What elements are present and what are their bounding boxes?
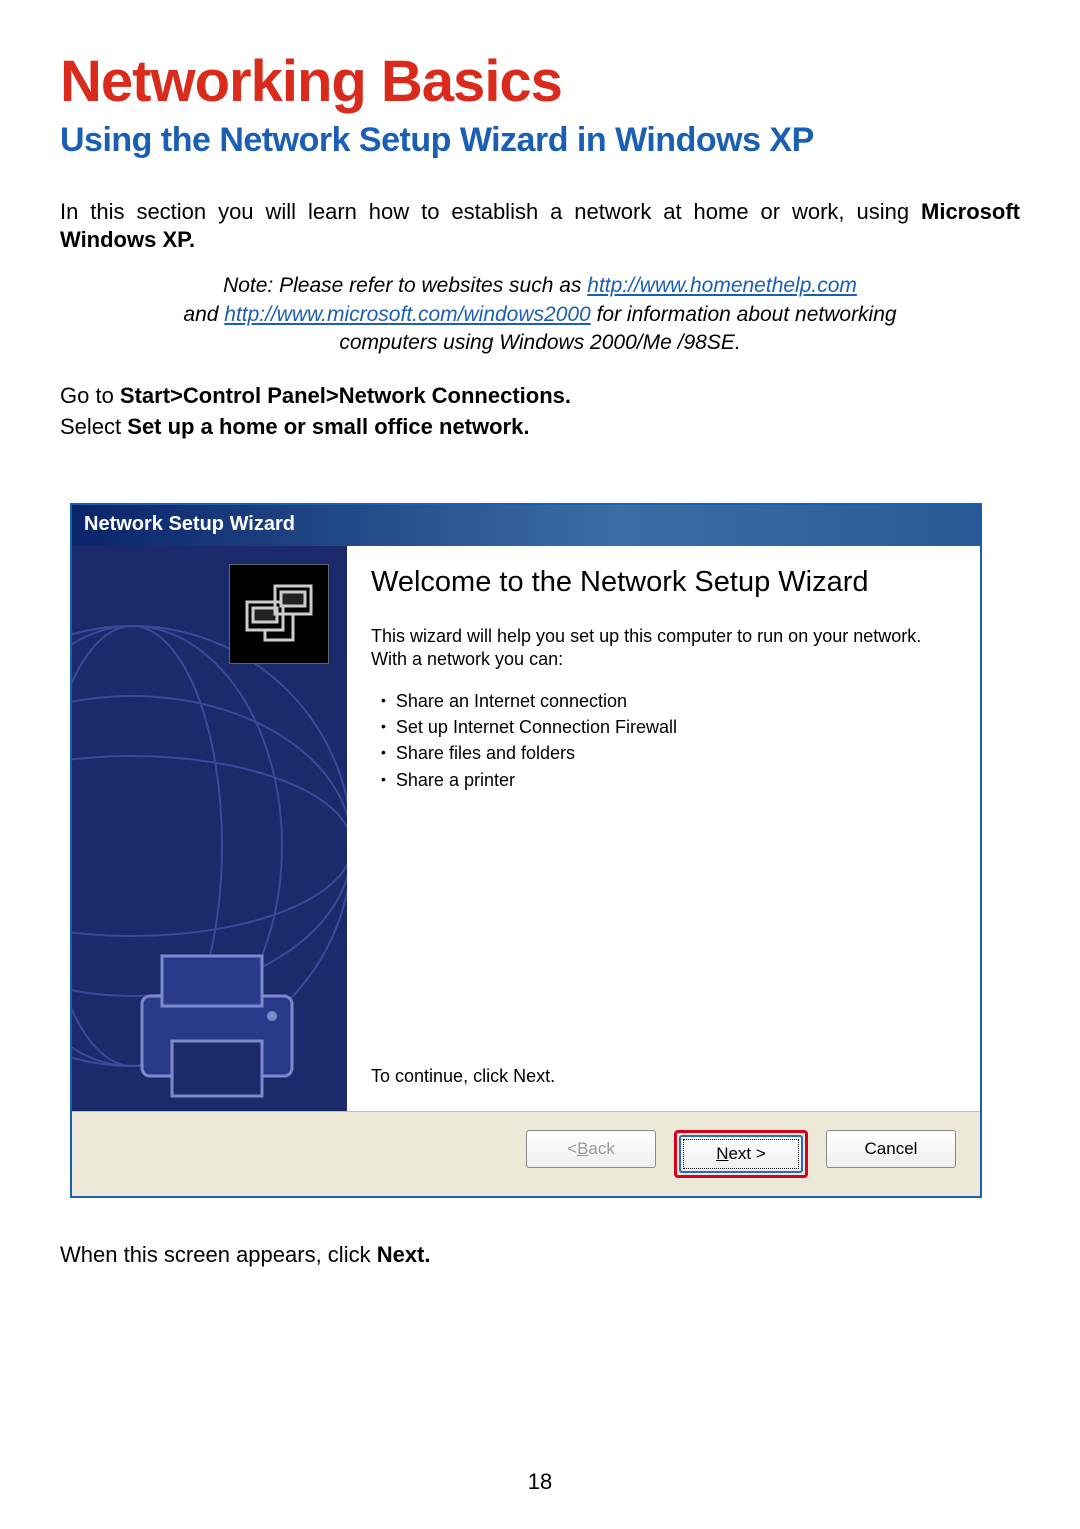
note-prefix: Note: Please refer to websites such as (223, 274, 587, 297)
instr-2-pre: Select (60, 414, 127, 439)
instr-1-pre: Go to (60, 383, 120, 408)
closing-text: When this screen appears, click (60, 1242, 377, 1267)
back-label-pre: < (567, 1139, 577, 1159)
wizard-titlebar: Network Setup Wizard (72, 505, 980, 546)
closing-paragraph: When this screen appears, click Next. (60, 1242, 1020, 1268)
wizard-bullet-list: Share an Internet connection Set up Inte… (381, 688, 956, 792)
wizard-window: Network Setup Wizard (70, 503, 982, 1198)
intro-text: In this section you will learn how to es… (60, 199, 921, 224)
closing-bold: Next. (377, 1242, 431, 1267)
page-subtitle: Using the Network Setup Wizard in Window… (60, 121, 1020, 160)
back-label-post: ack (588, 1139, 614, 1159)
wizard-bullet: Set up Internet Connection Firewall (381, 714, 956, 740)
note-post: for information about networking (591, 303, 897, 326)
next-label-post: ext > (728, 1144, 765, 1164)
back-button: < Back (526, 1130, 656, 1168)
wizard-bullet: Share a printer (381, 767, 956, 793)
back-label-u: B (577, 1139, 588, 1159)
wizard-body: Welcome to the Network Setup Wizard This… (72, 546, 980, 1111)
note-paragraph: Note: Please refer to websites such as h… (80, 272, 1000, 357)
note-line3: computers using Windows 2000/Me /98SE. (339, 331, 740, 354)
note-link-2[interactable]: http://www.microsoft.com/windows2000 (224, 303, 590, 326)
page-number: 18 (0, 1469, 1080, 1495)
page-title: Networking Basics (60, 48, 1020, 115)
next-label-u: N (716, 1144, 728, 1164)
wizard-button-bar: < Back Next > Cancel (72, 1111, 980, 1196)
next-button-highlight: Next > (674, 1130, 808, 1178)
wizard-sidebar-image (72, 546, 347, 1111)
cancel-button[interactable]: Cancel (826, 1130, 956, 1168)
wizard-bullet: Share an Internet connection (381, 688, 956, 714)
wizard-body-text: This wizard will help you set up this co… (371, 625, 956, 670)
wizard-heading: Welcome to the Network Setup Wizard (371, 566, 956, 599)
wizard-main: Welcome to the Network Setup Wizard This… (347, 546, 980, 1111)
network-computers-icon (229, 564, 329, 664)
note-and: and (183, 303, 224, 326)
wizard-continue-text: To continue, click Next. (371, 1066, 956, 1087)
intro-paragraph: In this section you will learn how to es… (60, 198, 1020, 254)
wizard-bullet: Share files and folders (381, 740, 956, 766)
instr-1-bold: Start>Control Panel>Network Connections. (120, 383, 571, 408)
note-link-1[interactable]: http://www.homenethelp.com (587, 274, 857, 297)
cancel-label: Cancel (865, 1139, 918, 1159)
instructions-paragraph: Go to Start>Control Panel>Network Connec… (60, 381, 1020, 443)
instr-2-bold: Set up a home or small office network. (127, 414, 529, 439)
next-button[interactable]: Next > (679, 1135, 803, 1173)
